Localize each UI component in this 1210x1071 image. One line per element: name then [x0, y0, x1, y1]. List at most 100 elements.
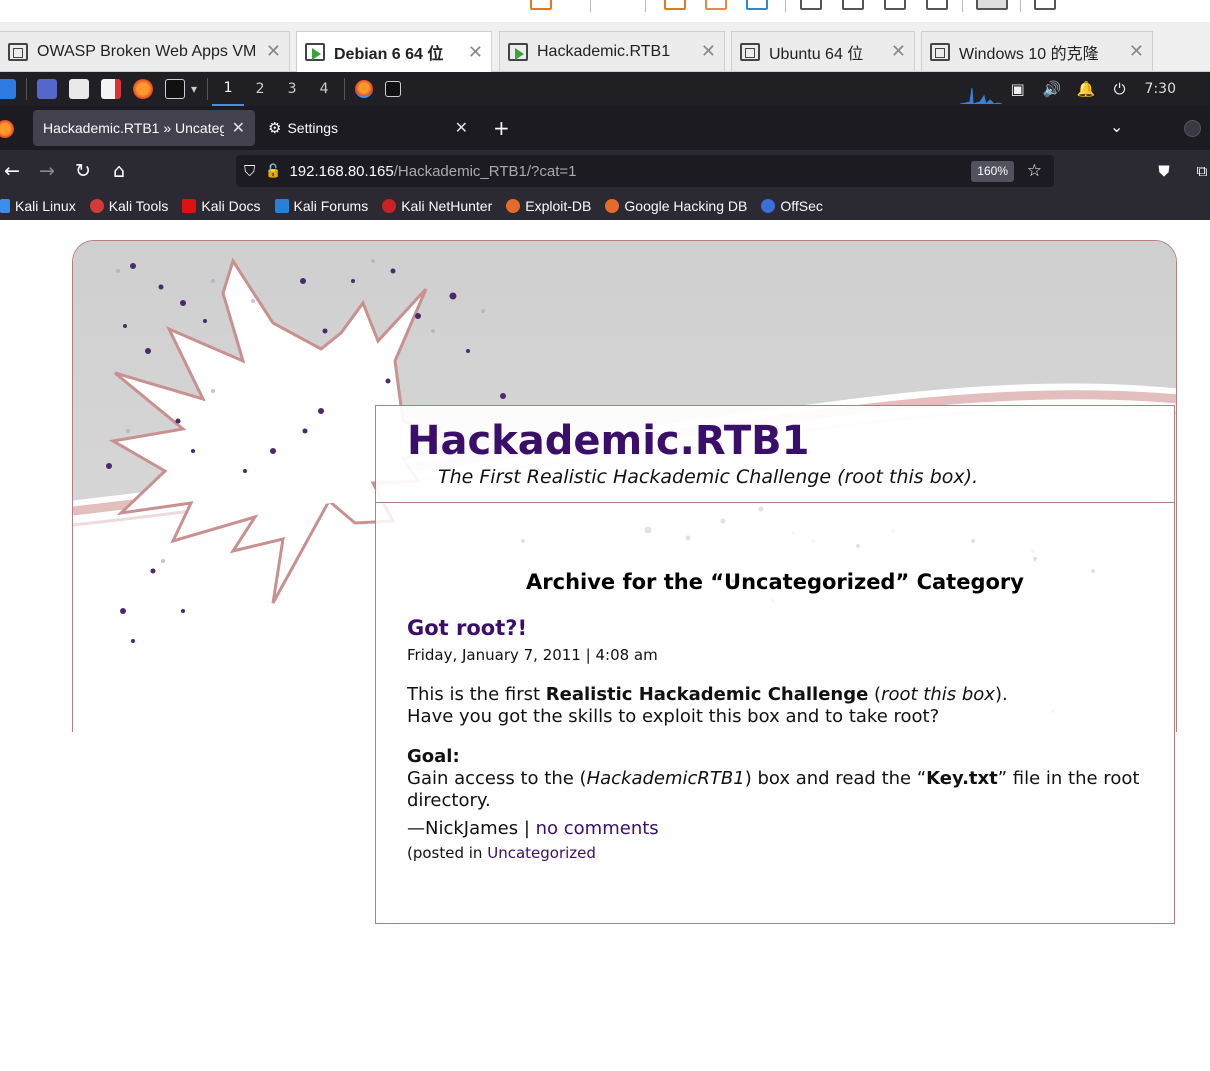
notification-bell-icon[interactable]: 🔔: [1077, 80, 1096, 98]
vm-running-icon: [508, 42, 528, 61]
vm-icon: [740, 42, 760, 61]
bookmark-offsec[interactable]: OffSec: [761, 198, 823, 214]
volume-icon[interactable]: 🔊: [1043, 80, 1062, 98]
kali-menu-icon[interactable]: [0, 79, 16, 99]
bookmark-kali-forums[interactable]: Kali Forums: [274, 198, 368, 214]
firefox-tab-strip: Hackademic.RTB1 » Uncategorized ✕ ⚙ Sett…: [0, 106, 1210, 150]
vmware-tab-bar: OWASP Broken Web Apps VM ... ✕ Debian 6 …: [0, 22, 1210, 72]
bookmark-exploit-db[interactable]: Exploit-DB: [506, 198, 591, 214]
shield-icon[interactable]: ⛉: [244, 163, 255, 180]
new-tab-icon[interactable]: +: [493, 116, 510, 140]
text-editor-icon[interactable]: [101, 79, 121, 99]
kali-forums-icon: [274, 199, 289, 213]
text: ) box and read the “: [744, 768, 927, 789]
category-link[interactable]: Uncategorized: [487, 844, 596, 862]
bookmark-label: Kali Docs: [201, 198, 261, 214]
vm-running-icon: [305, 43, 325, 61]
tab-hackademic[interactable]: Hackademic.RTB1 » Uncategorized ✕: [33, 110, 255, 146]
workspace-4[interactable]: 4: [308, 72, 340, 106]
web-page: Hackademic.RTB1 The First Realistic Hack…: [0, 220, 1210, 1071]
pocket-icon[interactable]: ⛊: [1152, 159, 1176, 183]
offsec-icon: [761, 199, 776, 213]
vm-view-icon[interactable]: [800, 0, 822, 10]
close-icon[interactable]: ✕: [455, 118, 468, 138]
extensions-icon[interactable]: ⧉: [1190, 159, 1210, 183]
screen-icon[interactable]: ▣: [1009, 80, 1027, 98]
workspace-1[interactable]: 1: [212, 72, 245, 106]
close-icon[interactable]: ✕: [701, 41, 716, 62]
kali-panel: ▾ 1 2 3 4 ▣ 🔊 🔔 ⏻ 7:30: [0, 72, 1210, 106]
vm-stretch-icon[interactable]: [976, 0, 1008, 10]
vm-tab-windows10[interactable]: Windows 10 的克隆 ✕: [921, 31, 1153, 71]
firefox-menu-icon[interactable]: [0, 120, 14, 138]
show-desktop-icon[interactable]: [37, 79, 57, 99]
url-bar[interactable]: ⛉ 🔓 192.168.80.165/Hackademic_RTB1/?cat=…: [236, 155, 1054, 187]
vm-revert-icon[interactable]: [705, 0, 727, 10]
gear-icon: ⚙: [268, 120, 282, 137]
lock-insecure-icon[interactable]: 🔓: [265, 163, 281, 179]
workspace-2[interactable]: 2: [244, 72, 276, 106]
bookmark-label: Kali Linux: [15, 198, 76, 214]
bookmark-label: OffSec: [780, 198, 823, 214]
vm-tab-ubuntu[interactable]: Ubuntu 64 位 ✕: [731, 31, 915, 71]
comments-link[interactable]: no comments: [536, 818, 659, 839]
workspace-3[interactable]: 3: [276, 72, 308, 106]
file-manager-icon[interactable]: [69, 79, 89, 99]
vm-tab-debian[interactable]: Debian 6 64 位 ✕: [296, 31, 492, 72]
kali-docs-icon: [182, 199, 197, 213]
terminal-launcher-icon[interactable]: [165, 79, 185, 99]
kali-linux-icon: [0, 199, 10, 213]
clock[interactable]: 7:30: [1145, 81, 1176, 97]
terminal-window-icon[interactable]: [385, 81, 402, 97]
bookmark-kali-tools[interactable]: Kali Tools: [89, 198, 168, 214]
power-icon[interactable]: ⏻: [1111, 80, 1129, 98]
vm-tab-label: Ubuntu 64 位: [769, 45, 864, 63]
vm-snapshot-icon[interactable]: [664, 0, 686, 10]
vm-power-icon[interactable]: [530, 0, 552, 10]
forward-icon[interactable]: →: [35, 159, 59, 183]
zoom-indicator[interactable]: 160%: [971, 161, 1014, 182]
vm-icon: [930, 42, 950, 61]
post-body: This is the first Realistic Hackademic C…: [407, 684, 1147, 830]
vm-manage-snapshot-icon[interactable]: [746, 0, 768, 10]
text: ).: [994, 684, 1008, 705]
close-icon[interactable]: ✕: [468, 42, 483, 63]
reload-icon[interactable]: ↻: [71, 159, 95, 183]
bookmark-google-hacking-db[interactable]: Google Hacking DB: [605, 198, 747, 214]
vm-fullscreen-icon[interactable]: [884, 0, 906, 10]
close-icon[interactable]: ✕: [232, 118, 245, 138]
vm-tab-label: Debian 6 64 位: [334, 46, 444, 63]
goal-paragraph: Goal: Gain access to the (HackademicRTB1…: [407, 746, 1147, 812]
back-icon[interactable]: ←: [0, 159, 24, 183]
firefox-window-icon[interactable]: [355, 80, 374, 98]
chevron-down-icon[interactable]: ▾: [191, 82, 197, 96]
tab-label: Settings: [287, 120, 339, 136]
bookmark-star-icon[interactable]: ☆: [1027, 161, 1042, 181]
url-host: 192.168.80.165: [289, 162, 394, 180]
home-icon[interactable]: ⌂: [107, 159, 131, 183]
title-strip: Hackademic.RTB1 The First Realistic Hack…: [376, 406, 1174, 503]
bookmark-kali-linux[interactable]: Kali Linux: [0, 198, 76, 214]
vm-library-icon[interactable]: [1034, 0, 1056, 10]
bookmarks-toolbar: Kali Linux Kali Tools Kali Docs Kali For…: [0, 192, 1210, 220]
vm-tab-hackademic[interactable]: Hackademic.RTB1 ✕: [499, 31, 725, 71]
vm-unity-icon[interactable]: [926, 0, 948, 10]
close-icon[interactable]: ✕: [1129, 41, 1144, 62]
firefox-launcher-icon[interactable]: [133, 79, 153, 99]
close-icon[interactable]: ✕: [891, 41, 906, 62]
vm-tab-label: Hackademic.RTB1: [537, 42, 671, 60]
site-title[interactable]: Hackademic.RTB1: [407, 418, 809, 464]
list-all-tabs-icon[interactable]: ⌄: [1110, 117, 1123, 136]
tab-settings[interactable]: ⚙ Settings ✕: [258, 110, 478, 146]
text: (: [868, 684, 882, 705]
vm-console-icon[interactable]: [842, 0, 864, 10]
close-icon[interactable]: ✕: [266, 41, 281, 62]
post-title-link[interactable]: Got root?!: [407, 616, 527, 640]
vm-download-icon[interactable]: [612, 0, 634, 10]
account-icon[interactable]: [1184, 120, 1201, 137]
vm-tab-owasp[interactable]: OWASP Broken Web Apps VM ... ✕: [0, 31, 290, 71]
bookmark-kali-nethunter[interactable]: Kali NetHunter: [382, 198, 492, 214]
bookmark-kali-docs[interactable]: Kali Docs: [182, 198, 261, 214]
archive-heading: Archive for the “Uncategorized” Category: [526, 570, 1024, 594]
posted-in: (posted in Uncategorized: [407, 844, 596, 862]
